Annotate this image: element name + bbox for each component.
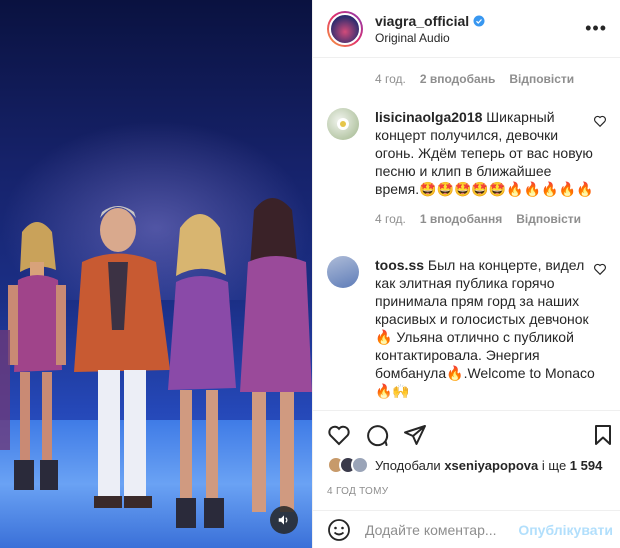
commenter-username[interactable]: lisicinaolga2018 [375, 109, 482, 125]
commenter-avatar[interactable] [327, 256, 359, 288]
post-video[interactable] [0, 0, 312, 548]
post-header: viagra_official Original Audio ••• [313, 0, 620, 58]
verified-badge-icon [473, 15, 485, 26]
like-comment-heart-icon[interactable] [593, 114, 607, 128]
bookmark-save-icon[interactable] [591, 423, 615, 447]
likes-text: Уподобали xseniyapopova і ще 1 594 [375, 458, 602, 473]
comment-meta: 4 год. 1 вподобання Відповісти [375, 210, 595, 228]
post-sidebar: viagra_official Original Audio ••• 4 год… [312, 0, 620, 548]
mute-toggle-button[interactable] [270, 506, 298, 534]
comment-likes[interactable]: 1 вподобання [420, 210, 502, 228]
comment-time[interactable]: 4 год. [375, 210, 406, 228]
comment-body: toos.ss Был на концерте, видел как элитн… [375, 256, 595, 400]
performer-2 [74, 206, 170, 508]
like-comment-heart-icon[interactable] [593, 262, 607, 276]
more-options-icon[interactable]: ••• [585, 18, 607, 39]
likes-summary: Уподобали xseniyapopova і ще 1 594 [327, 456, 602, 474]
caption-likes[interactable]: 2 вподобань [420, 72, 495, 86]
performer-4 [240, 198, 312, 512]
share-send-icon[interactable] [403, 423, 427, 447]
post-comment-button[interactable]: Опублікувати [518, 522, 613, 538]
author-username[interactable]: viagra_official [375, 13, 469, 29]
audio-label[interactable]: Original Audio [375, 31, 485, 45]
comment-item: toos.ss Был на концерте, видел как элитн… [327, 256, 607, 400]
comment-bubble-icon[interactable] [365, 423, 389, 447]
comments-list: 4 год. 2 вподобань Відповісти lisicinaol… [313, 58, 620, 410]
post-timestamp[interactable]: 4 ГОД ТОМУ [327, 486, 388, 497]
performer-1 [8, 222, 66, 490]
comment-item: lisicinaolga2018 Шикарный концерт получи… [327, 108, 607, 228]
add-comment-bar: Опублікувати [313, 510, 620, 548]
smiley-icon[interactable] [327, 518, 351, 542]
caption-meta: 4 год. 2 вподобань Відповісти [375, 72, 574, 86]
likes-count[interactable]: 1 594 [570, 458, 603, 473]
comment-input[interactable] [365, 521, 515, 538]
comment-text: Был на концерте, видел как элитная публи… [375, 257, 595, 399]
caption-time[interactable]: 4 год. [375, 72, 406, 86]
comment-reply-button[interactable]: Відповісти [516, 210, 581, 228]
author-avatar[interactable] [327, 10, 363, 47]
liker-username[interactable]: xseniyapopova [444, 458, 538, 473]
caption-reply-button[interactable]: Відповісти [509, 72, 574, 86]
liker-avatar [351, 456, 369, 474]
like-heart-icon[interactable] [327, 423, 351, 447]
commenter-avatar[interactable] [327, 108, 359, 140]
likes-prefix: Уподобали [375, 457, 441, 473]
post-actions-bar [313, 410, 620, 456]
scroll-fade [313, 392, 620, 410]
author-username-row: viagra_official [375, 13, 485, 29]
commenter-username[interactable]: toos.ss [375, 257, 424, 273]
performer-3 [168, 214, 236, 528]
speaker-icon [278, 515, 288, 525]
performers-illustration [0, 198, 312, 528]
likes-middle: і ще [541, 457, 567, 473]
comment-body: lisicinaolga2018 Шикарный концерт получи… [375, 108, 595, 228]
